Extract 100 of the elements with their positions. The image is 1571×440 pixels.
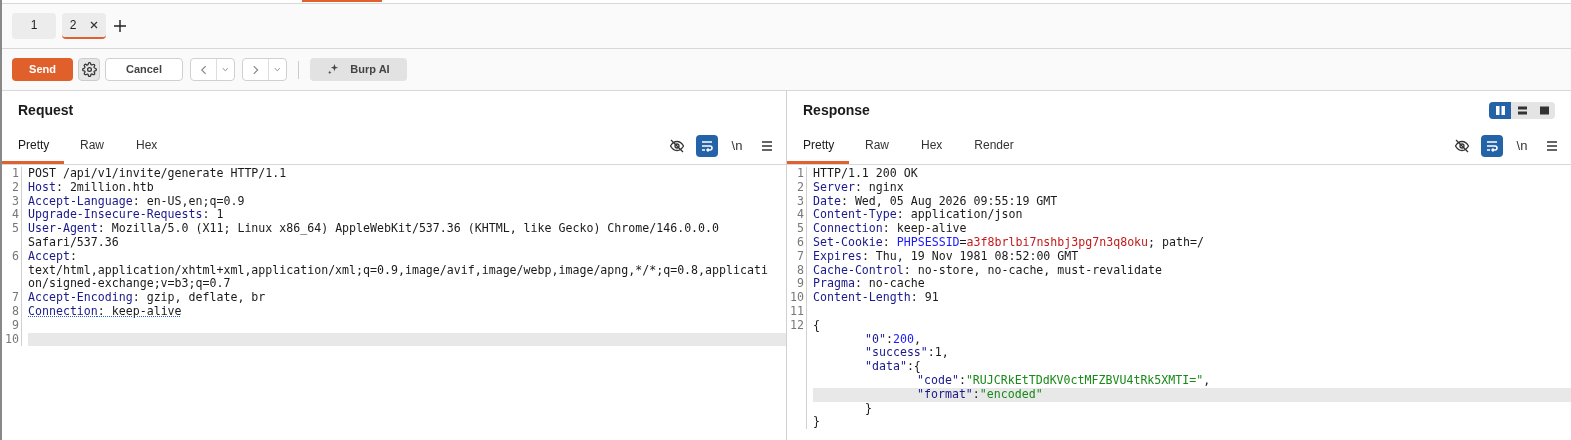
- line-number: 3: [787, 194, 807, 209]
- code-token: : Mozilla/5.0 (X11; Linux x86_64) AppleWebKit/537.36 (KHTML, like Gecko) Chrome/146.0.0.0: [97, 221, 720, 236]
- line-number: 2: [2, 180, 22, 195]
- code-token: : 2million.htb: [55, 179, 154, 194]
- code-token: Accept-Language: [28, 193, 133, 208]
- request-tab[interactable]: 1: [12, 13, 56, 39]
- line-number: 3: [2, 194, 22, 209]
- code-token: :: [972, 386, 980, 401]
- code-token: }: [865, 400, 872, 415]
- line-number: 7: [787, 249, 807, 264]
- code-token: "success": [865, 345, 928, 360]
- code-token: Server: [813, 179, 855, 194]
- code-token: =: [959, 235, 967, 249]
- line-number: 11: [787, 304, 807, 319]
- line-number: 10: [787, 291, 807, 305]
- code-token: :1,: [927, 345, 949, 360]
- code-token: Host: [28, 179, 56, 194]
- code-token: Content-Length: [813, 290, 911, 305]
- editor-tab[interactable]: Pretty: [787, 128, 849, 164]
- code-token: :{: [906, 359, 921, 374]
- code-token: "code": [917, 372, 959, 387]
- add-icon[interactable]: [114, 20, 126, 32]
- wrap-icon[interactable]: [1481, 135, 1503, 157]
- code-token: User-Agent: [28, 221, 98, 236]
- line-number: 2: [787, 180, 807, 195]
- code-token: on/signed-exchange;v=b3;q=0.7: [28, 276, 231, 291]
- code-token: : nginx: [854, 179, 904, 194]
- newline-toggle[interactable]: \n: [726, 135, 748, 157]
- code-token: :: [885, 331, 893, 346]
- code-token: POST /api/v1/invite/generate HTTP/1.1: [28, 166, 287, 180]
- code-token: :: [882, 235, 891, 249]
- editor-tab[interactable]: Pretty: [2, 128, 64, 164]
- line-number: 4: [2, 208, 22, 223]
- line-number: 6: [2, 249, 22, 264]
- wrap-icon[interactable]: [696, 135, 718, 157]
- line-number: 6: [787, 236, 807, 250]
- code-token: : no-cache: [854, 276, 925, 291]
- code-token: :: [69, 248, 77, 263]
- code-token: text/html,application/xhtml+xml,application/xml;q=0.9,image/avif,image/webp,image/apng,*/*;q=0.8,applicati: [28, 262, 768, 277]
- line-number: 1: [2, 167, 22, 181]
- line-number: 9: [787, 277, 807, 292]
- code-token: :: [958, 372, 966, 387]
- code-token: 200: [892, 331, 914, 346]
- line-number: 4: [787, 208, 807, 223]
- code-token: Accept: [28, 248, 70, 263]
- editor-tab[interactable]: Hex: [905, 128, 959, 164]
- panel-title: Request: [18, 100, 74, 120]
- newline-toggle[interactable]: \n: [1511, 135, 1533, 157]
- code-token: "data": [865, 359, 907, 374]
- line-number: 10: [2, 332, 22, 347]
- code-token: : 91: [910, 290, 939, 305]
- code-token: Date: [813, 193, 841, 208]
- close-icon[interactable]: [90, 21, 99, 29]
- code-token: "encoded": [979, 386, 1043, 401]
- code-token: }: [813, 414, 820, 429]
- code-token: "format": [917, 386, 973, 401]
- line-number: 7: [2, 291, 22, 305]
- code-token: Connection: [28, 303, 98, 318]
- editor-tab[interactable]: Raw: [64, 128, 120, 164]
- code-token: Pragma: [813, 276, 855, 291]
- line-number: 5: [787, 222, 807, 236]
- code-token: : 1: [202, 207, 224, 222]
- code-token: Accept-Encoding: [28, 290, 133, 305]
- request-tab[interactable]: 2: [62, 13, 106, 39]
- code-token: : Thu, 19 Nov 1981 08:52:00 GMT: [861, 248, 1079, 263]
- code-token: Cache-Control: [813, 262, 904, 277]
- code-token: Set-Cookie: [813, 235, 883, 249]
- panel-title: Response: [803, 100, 870, 120]
- settings-icon[interactable]: [78, 58, 100, 81]
- ai-button[interactable]: Burp AI: [310, 58, 407, 81]
- sparkle-icon: [327, 63, 341, 76]
- code-token: ,: [913, 331, 921, 346]
- code-token: Upgrade-Insecure-Requests: [28, 207, 203, 222]
- code-token: : no-store, no-cache, must-revalidate: [903, 262, 1162, 277]
- code-token: Content-Type: [813, 207, 897, 222]
- send-button[interactable]: Send: [12, 58, 73, 81]
- split-view-icon[interactable]: [1489, 101, 1511, 119]
- code-token: a3f8brlbi7nshbj3pg7n3q8oku: [966, 235, 1149, 249]
- editor-tab[interactable]: Raw: [849, 128, 905, 164]
- code-token: : application/json: [896, 207, 1023, 222]
- code-token: ; path=/: [1148, 235, 1204, 249]
- code-token: : Wed, 05 Aug 2026 09:55:19 GMT: [840, 193, 1058, 208]
- line-number: 8: [787, 263, 807, 278]
- code-token: HTTP/1.1 200 OK: [813, 166, 918, 180]
- code-token: "RUJCRkEtTDdKV0ctMFZBVU4tRk5XMTI=": [965, 372, 1204, 387]
- line-number: 1: [787, 167, 807, 181]
- code-token: Expires: [813, 248, 862, 263]
- line-number: 12: [787, 318, 807, 333]
- line-number: 5: [2, 222, 22, 236]
- editor-tab[interactable]: Render: [958, 128, 1030, 164]
- code-token: PHPSESSID: [896, 235, 960, 249]
- code-token: {: [813, 317, 820, 332]
- code-token: ,: [1203, 372, 1211, 387]
- line-number: 8: [2, 304, 22, 319]
- editor-tab[interactable]: Hex: [120, 128, 174, 164]
- code-token: : keep-alive: [882, 221, 967, 236]
- code-token: : gzip, deflate, br: [132, 290, 266, 305]
- cancel-button[interactable]: Cancel: [105, 58, 183, 81]
- code-token: Connection: [813, 221, 883, 236]
- code-token: "0": [865, 331, 886, 346]
